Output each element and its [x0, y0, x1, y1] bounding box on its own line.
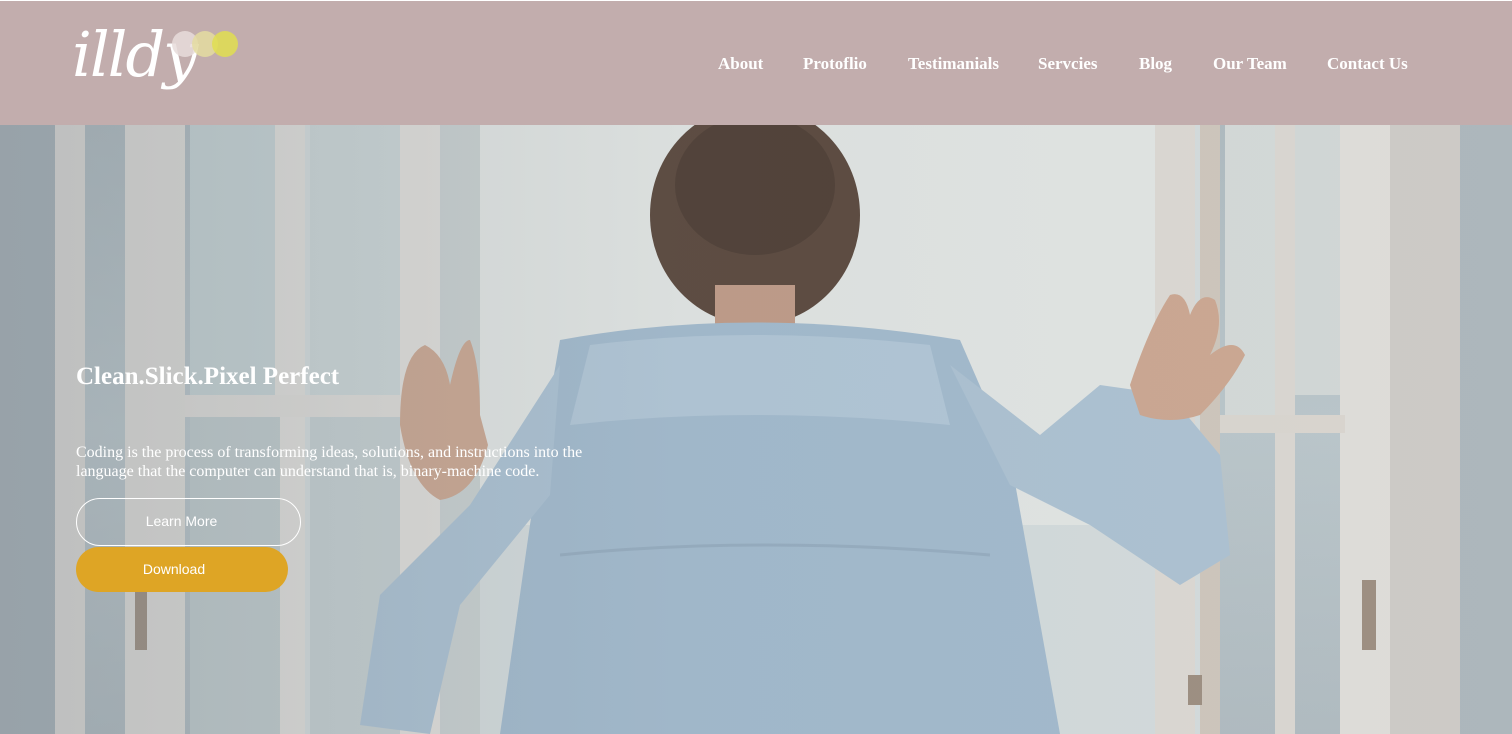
download-button[interactable]: Download [76, 547, 288, 592]
nav-about[interactable]: About [718, 53, 763, 75]
hero-description: Coding is the process of transforming id… [76, 444, 583, 480]
nav-testimonials[interactable]: Testimanials [908, 53, 999, 75]
learn-more-button[interactable]: Learn More [76, 498, 301, 546]
nav-services[interactable]: Servcies [1038, 53, 1097, 75]
nav-blog[interactable]: Blog [1139, 53, 1172, 75]
nav-portfolio[interactable]: Protoflio [803, 53, 867, 75]
hero-section: Clean.Slick.Pixel Perfect Coding is the … [0, 125, 1512, 734]
hero-overlay [0, 125, 1512, 734]
nav-our-team[interactable]: Our Team [1213, 53, 1287, 75]
hero-title: Clean.Slick.Pixel Perfect [76, 362, 340, 390]
main-nav: About Protoflio Testimanials Servcies Bl… [0, 53, 1512, 77]
nav-contact-us[interactable]: Contact Us [1327, 53, 1408, 75]
site-header: illdy About Protoflio Testimanials Servc… [0, 0, 1512, 125]
